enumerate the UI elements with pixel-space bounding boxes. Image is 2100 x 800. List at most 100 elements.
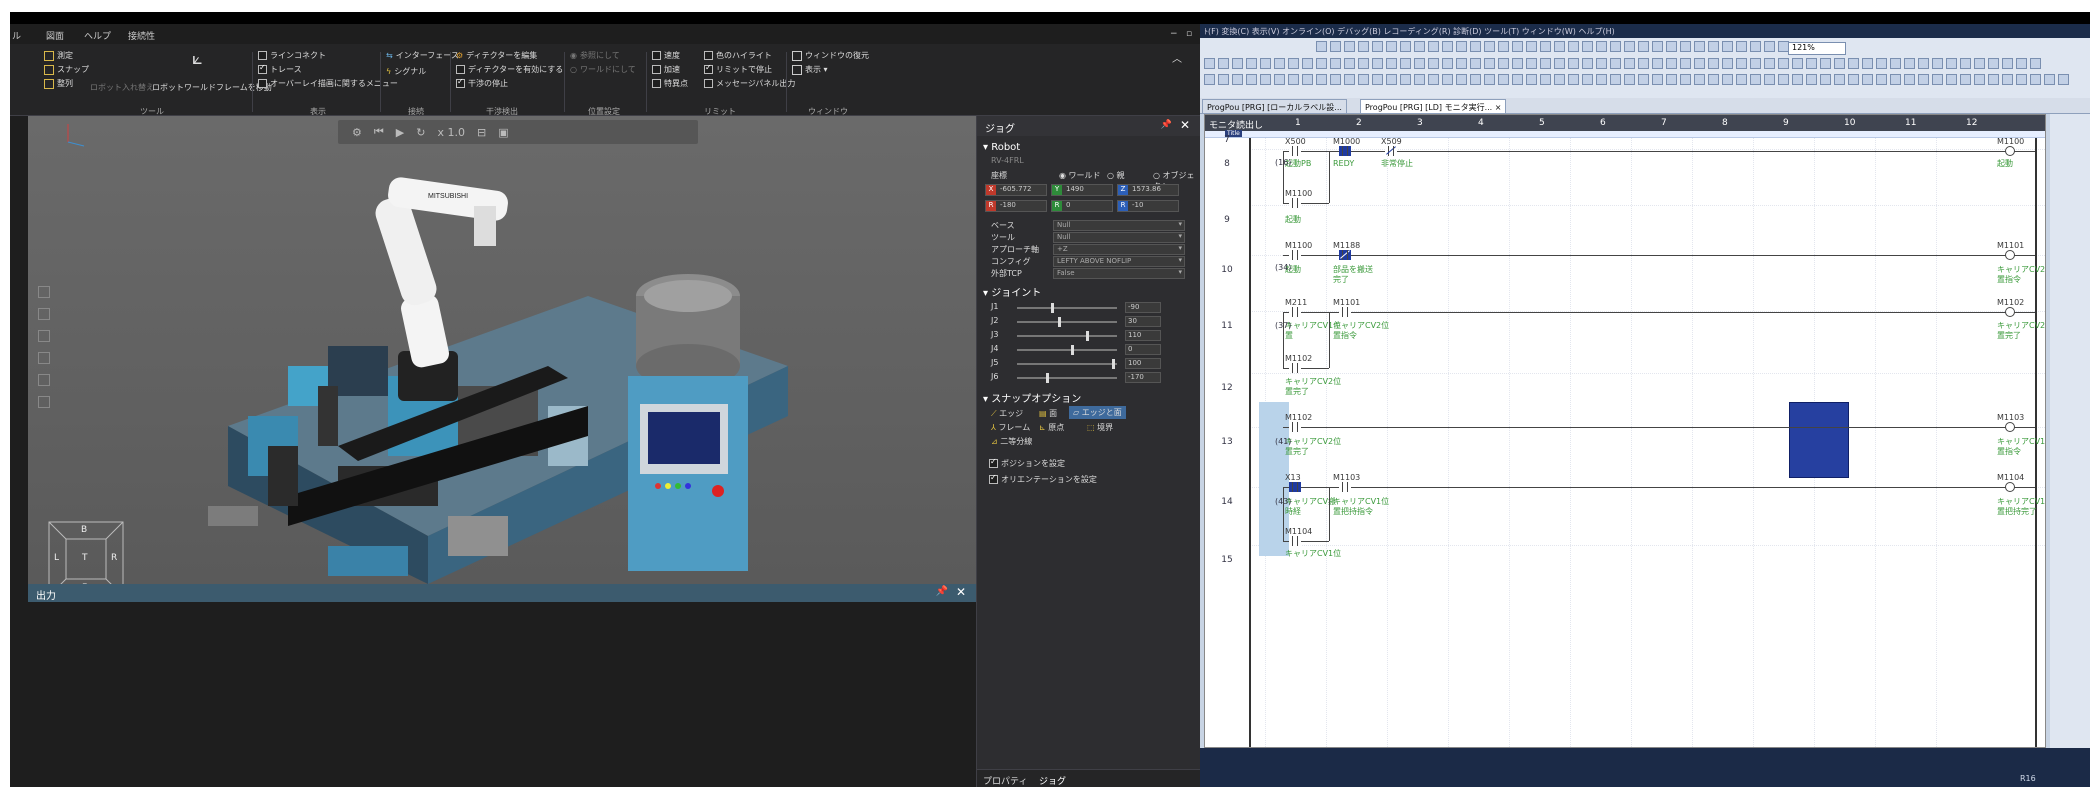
toolbar-button-icon[interactable] <box>1582 58 1593 69</box>
toolbar-button-icon[interactable] <box>1666 58 1677 69</box>
toolbar-button-icon[interactable] <box>1330 74 1341 85</box>
snap-button[interactable]: スナップ <box>44 64 89 75</box>
toolbar-button-icon[interactable] <box>1974 58 1985 69</box>
toolbar-button-icon[interactable] <box>1316 41 1327 52</box>
coil-m1104[interactable] <box>2005 482 2015 492</box>
toolbar-button-icon[interactable] <box>1288 74 1299 85</box>
contact-m1100[interactable] <box>1289 250 1301 260</box>
toolbar-button-icon[interactable] <box>1666 74 1677 85</box>
singularity-checkbox[interactable]: 特異点 <box>652 78 688 89</box>
toolbar-button-icon[interactable] <box>1988 58 1999 69</box>
toolbar-button-icon[interactable] <box>1806 58 1817 69</box>
slider-thumb[interactable] <box>1058 317 1062 327</box>
toolbar-button-icon[interactable] <box>1484 41 1495 52</box>
toolbar-button-icon[interactable] <box>1960 74 1971 85</box>
joint-slider[interactable] <box>1017 359 1117 369</box>
color-highlight-checkbox[interactable]: 色のハイライト <box>704 50 772 61</box>
slider-thumb[interactable] <box>1051 303 1055 313</box>
toolbar-button-icon[interactable] <box>1358 41 1369 52</box>
toolbar-button-icon[interactable] <box>1442 74 1453 85</box>
contact-m1102[interactable] <box>1289 422 1301 432</box>
row-number[interactable]: 15 <box>1205 555 1249 565</box>
robot-section-header[interactable]: ▾ Robot <box>983 142 1020 153</box>
toolbar-button-icon[interactable] <box>1456 58 1467 69</box>
toolbar-button-icon[interactable] <box>1904 74 1915 85</box>
row-number[interactable]: 13 <box>1205 437 1249 447</box>
toolbar-button-icon[interactable] <box>1876 58 1887 69</box>
contact-m1188[interactable] <box>1339 250 1351 260</box>
toolbar-button-icon[interactable] <box>1876 74 1887 85</box>
joint-value[interactable]: 0 <box>1125 344 1161 355</box>
view-cube[interactable]: B L T R F <box>48 521 124 584</box>
snap-face[interactable]: ▤ 面 <box>1039 408 1057 419</box>
toolbar-button-icon[interactable] <box>1246 74 1257 85</box>
toolbar-button-icon[interactable] <box>1610 74 1621 85</box>
toolbar-button-icon[interactable] <box>1918 58 1929 69</box>
toolbar-button-icon[interactable] <box>1568 74 1579 85</box>
contact-x13[interactable] <box>1289 482 1301 492</box>
toolbar-button-icon[interactable] <box>1512 74 1523 85</box>
tab-properties[interactable]: プロパティ <box>983 774 1027 787</box>
3d-viewport[interactable]: ⚙ ⏮ ▶ ↻ x 1.0 ⊟ ▣ MITSUBISHI B L T R <box>28 116 976 584</box>
toolbar-button-icon[interactable] <box>1722 41 1733 52</box>
selected-cell[interactable] <box>1789 402 1849 478</box>
contact-m1100[interactable] <box>1289 198 1301 208</box>
toolbar-button-icon[interactable] <box>1848 74 1859 85</box>
contact-x509[interactable] <box>1385 146 1397 156</box>
toolbar-button-icon[interactable] <box>1918 74 1929 85</box>
toolbar-button-icon[interactable] <box>1834 58 1845 69</box>
toolbar-button-icon[interactable] <box>1708 41 1719 52</box>
slider-thumb[interactable] <box>1046 373 1050 383</box>
toolbar-button-icon[interactable] <box>1764 58 1775 69</box>
toolbar-button-icon[interactable] <box>1428 74 1439 85</box>
toolbar-button-icon[interactable] <box>1428 41 1439 52</box>
toolbar-button-icon[interactable] <box>1344 41 1355 52</box>
cube-face-top[interactable]: T <box>82 553 88 563</box>
snap-origin[interactable]: ⊾ 原点 <box>1039 422 1064 433</box>
toolbar-button-icon[interactable] <box>1974 74 1985 85</box>
toolbar-button-icon[interactable] <box>1358 58 1369 69</box>
toolbar-button-icon[interactable] <box>1526 41 1537 52</box>
toolbar-button-icon[interactable] <box>2030 74 2041 85</box>
joint-value[interactable]: 110 <box>1125 330 1161 341</box>
tab-help[interactable]: ヘルプ <box>84 29 111 42</box>
toolbar-button-icon[interactable] <box>1442 58 1453 69</box>
enable-detector-checkbox[interactable]: ディテクターを有効にする <box>456 64 563 75</box>
toolbar-button-icon[interactable] <box>1750 58 1761 69</box>
close-icon[interactable]: ✕ <box>1180 118 1190 132</box>
set-position-checkbox[interactable]: ポジションを設定 <box>989 458 1065 469</box>
toolbar-button-icon[interactable] <box>1470 74 1481 85</box>
slider-thumb[interactable] <box>1070 345 1074 355</box>
toolbar-button-icon[interactable] <box>1484 58 1495 69</box>
stop-at-limit-checkbox[interactable]: リミットで停止 <box>704 64 772 75</box>
coord-field-x[interactable]: X -605.772 <box>985 184 1047 196</box>
toolbar-button-icon[interactable] <box>1946 58 1957 69</box>
toolbar-button-icon[interactable] <box>1848 58 1859 69</box>
toolbar-button-icon[interactable] <box>1960 58 1971 69</box>
toolbar-button-icon[interactable] <box>1372 74 1383 85</box>
tab-jog[interactable]: ジョグ <box>1039 774 1066 787</box>
toolbar-button-icon[interactable] <box>1610 41 1621 52</box>
joint-value[interactable]: 30 <box>1125 316 1161 327</box>
interface-button[interactable]: ⇆ インターフェース <box>386 50 459 61</box>
coil-m1102[interactable] <box>2005 307 2015 317</box>
measure-button[interactable]: 測定 <box>44 50 73 61</box>
toolbar-button-icon[interactable] <box>1694 74 1705 85</box>
toolbar-button-icon[interactable] <box>2016 58 2027 69</box>
toolbar-button-icon[interactable] <box>1750 41 1761 52</box>
toolbar-button-icon[interactable] <box>1498 74 1509 85</box>
toolbar-button-icon[interactable] <box>1624 58 1635 69</box>
ref-radio[interactable]: ◉ 参照にして <box>570 50 620 61</box>
toolbar-button-icon[interactable] <box>1862 58 1873 69</box>
cube-face-left[interactable]: L <box>54 553 59 563</box>
message-panel-checkbox[interactable]: メッセージパネル出力 <box>704 78 795 89</box>
pin-icon[interactable]: 📌 <box>1161 120 1172 130</box>
toolbar-button-icon[interactable] <box>1498 58 1509 69</box>
coord-parent-radio[interactable]: ○ 親 <box>1107 170 1125 181</box>
toolbar-button-icon[interactable] <box>1218 58 1229 69</box>
restore-window-button[interactable]: ウィンドウの復元 <box>792 50 869 61</box>
edit-detector-button[interactable]: ⚙ ディテクターを編集 <box>456 50 537 61</box>
toolbar-button-icon[interactable] <box>1400 58 1411 69</box>
coord-field-rz[interactable]: R -10 <box>1117 200 1179 212</box>
toolbar-button-icon[interactable] <box>1526 58 1537 69</box>
